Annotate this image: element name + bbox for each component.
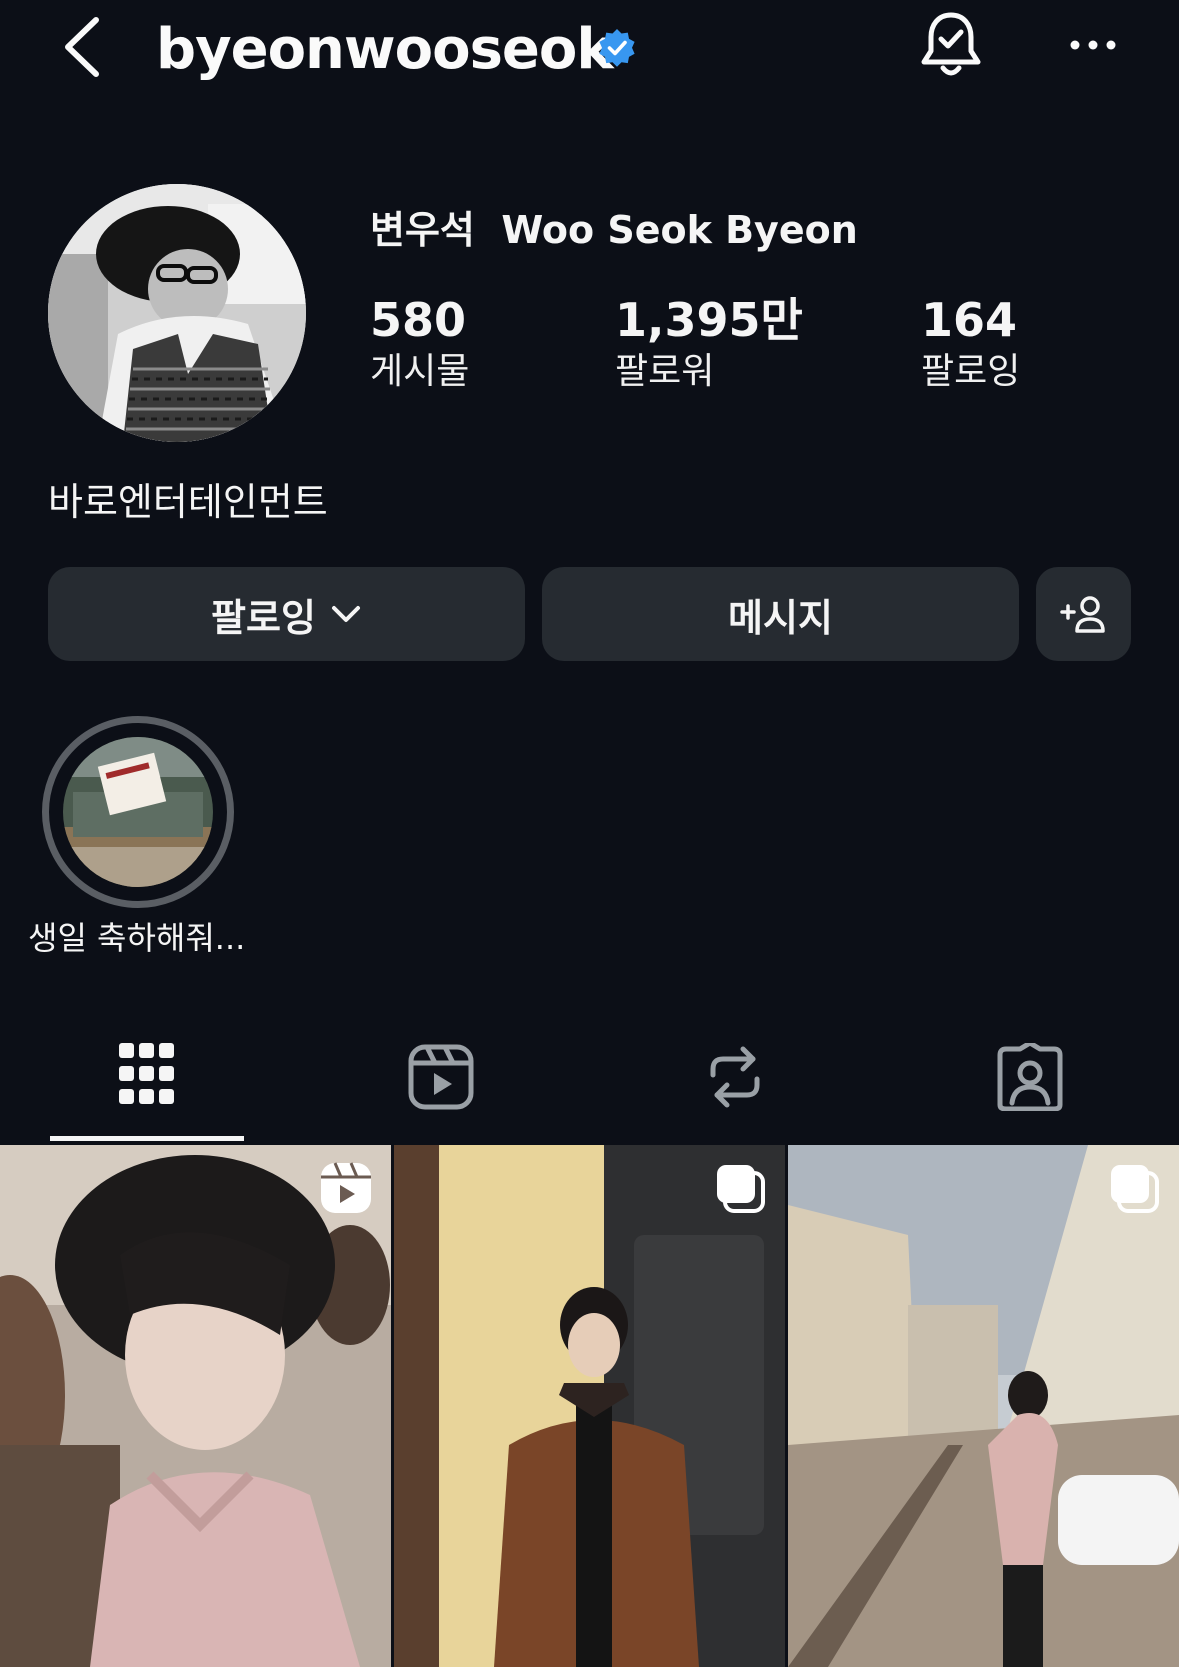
story-highlight[interactable] bbox=[42, 716, 234, 908]
add-person-icon bbox=[1059, 596, 1105, 633]
following-button[interactable]: 팔로잉 bbox=[48, 567, 525, 661]
grid-post-2[interactable] bbox=[394, 1145, 785, 1667]
chevron-left-icon bbox=[65, 17, 99, 77]
avatar-photo bbox=[48, 184, 306, 442]
active-tab-indicator bbox=[50, 1136, 244, 1141]
reel-icon bbox=[321, 1162, 371, 1213]
verified-badge-icon bbox=[597, 28, 637, 68]
profile-username: byeonwooseok bbox=[156, 17, 614, 82]
stat-followers[interactable]: 1,395만 팔로워 bbox=[615, 292, 803, 396]
message-button[interactable]: 메시지 bbox=[542, 567, 1019, 661]
more-options-icon bbox=[1070, 40, 1116, 50]
stat-posts-count: 580 bbox=[370, 293, 467, 347]
display-name: 변우석 Woo Seok Byeon bbox=[370, 208, 858, 252]
stat-posts[interactable]: 580 게시물 bbox=[370, 292, 469, 396]
following-label: 팔로잉 bbox=[211, 595, 316, 640]
tab-tagged[interactable] bbox=[980, 1032, 1080, 1122]
back-button[interactable] bbox=[58, 14, 114, 80]
highlight-cover bbox=[63, 737, 213, 887]
stat-followers-label: 팔로워 bbox=[615, 351, 715, 392]
post-photo bbox=[788, 1145, 1179, 1667]
carousel-icon bbox=[1111, 1165, 1159, 1213]
message-label: 메시지 bbox=[728, 595, 833, 640]
profile-avatar[interactable] bbox=[48, 184, 306, 442]
highlight-label: 생일 축하해줘... bbox=[28, 919, 246, 957]
grid-post-3[interactable] bbox=[788, 1145, 1179, 1667]
stat-following-count: 164 bbox=[921, 293, 1018, 347]
tab-posts-grid[interactable] bbox=[97, 1032, 197, 1122]
carousel-icon bbox=[717, 1165, 765, 1213]
tab-reposts[interactable] bbox=[685, 1032, 785, 1122]
profile-bio: 바로엔터테인먼트 bbox=[48, 480, 328, 524]
post-photo bbox=[0, 1145, 391, 1667]
stat-followers-count: 1,395만 bbox=[615, 293, 803, 347]
add-person-button[interactable] bbox=[1036, 567, 1131, 661]
grid-icon bbox=[119, 1043, 174, 1104]
reposts-icon bbox=[710, 1046, 760, 1108]
grid-post-1[interactable] bbox=[0, 1145, 391, 1667]
stat-following-label: 팔로잉 bbox=[921, 351, 1021, 392]
notifications-button[interactable] bbox=[918, 10, 984, 82]
bell-check-icon bbox=[921, 12, 981, 76]
tagged-icon bbox=[997, 1043, 1063, 1111]
tab-reels[interactable] bbox=[391, 1032, 491, 1122]
reels-icon bbox=[408, 1044, 474, 1110]
chevron-down-icon bbox=[331, 606, 360, 622]
post-photo bbox=[394, 1145, 785, 1667]
more-options-button[interactable] bbox=[1065, 30, 1125, 60]
stat-following[interactable]: 164 팔로잉 bbox=[921, 292, 1020, 396]
stat-posts-label: 게시물 bbox=[370, 351, 470, 392]
